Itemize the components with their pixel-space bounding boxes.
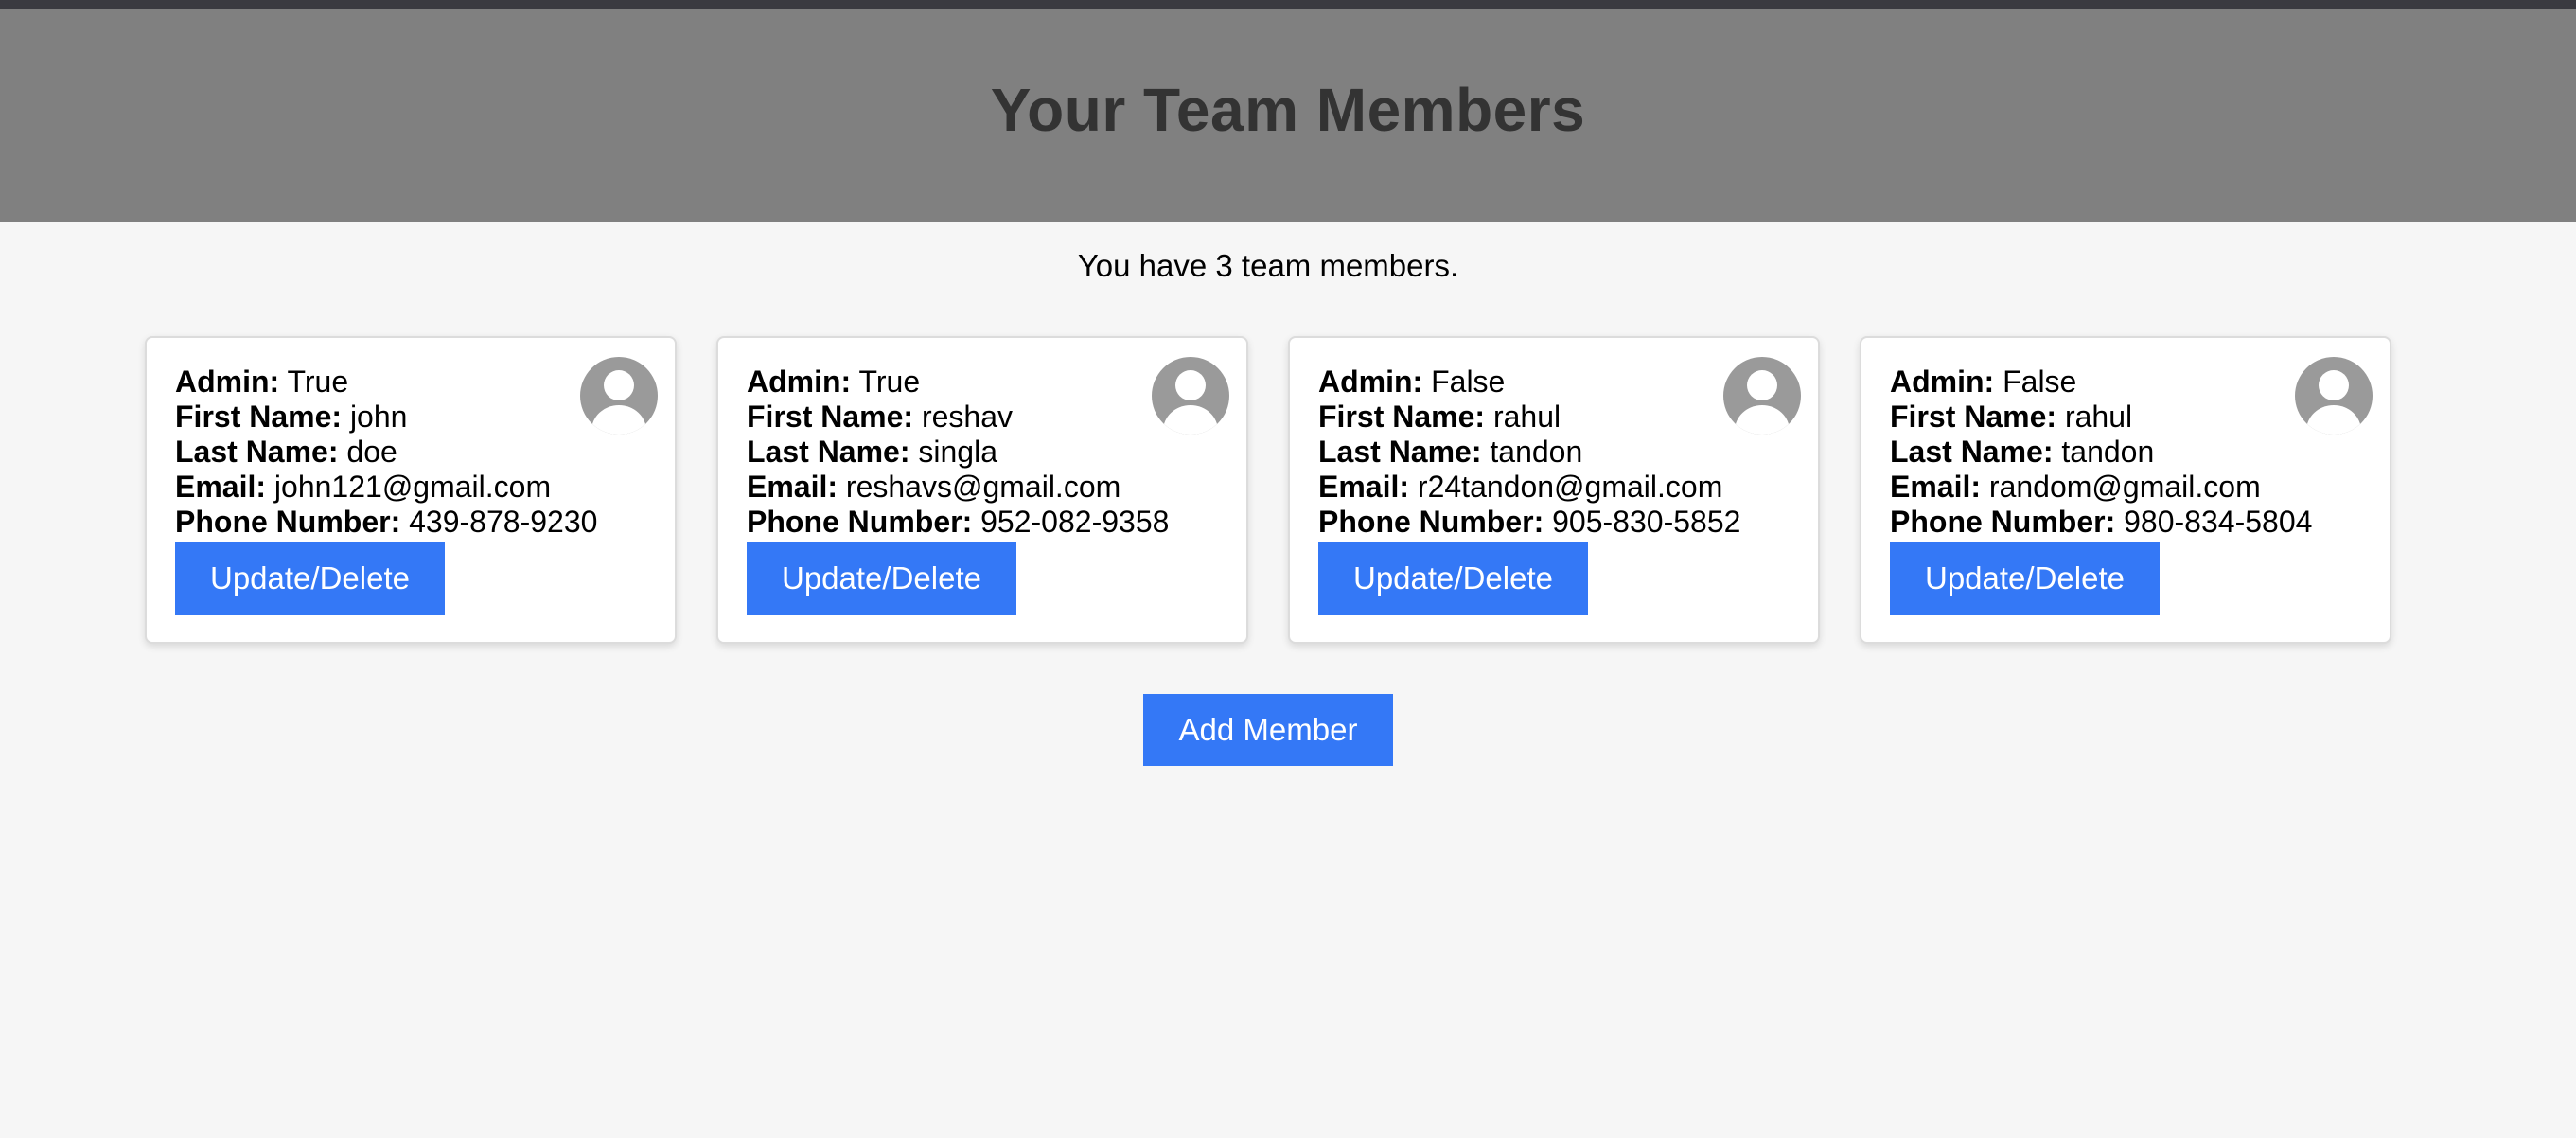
admin-label: Admin:	[175, 365, 280, 399]
phone-label: Phone Number:	[747, 505, 973, 539]
member-card: Admin: False First Name: rahul Last Name…	[1288, 336, 1820, 644]
user-avatar-icon	[1152, 357, 1229, 435]
email-label: Email:	[1318, 470, 1410, 504]
email-label: Email:	[747, 470, 838, 504]
email-field: Email: john121@gmail.com	[175, 470, 646, 505]
user-avatar-icon	[2295, 357, 2373, 435]
phone-label: Phone Number:	[1890, 505, 2116, 539]
admin-label: Admin:	[1890, 365, 1995, 399]
phone-value: 952-082-9358	[980, 505, 1170, 539]
user-avatar-icon	[580, 357, 658, 435]
admin-value: True	[287, 365, 349, 399]
email-label: Email:	[175, 470, 267, 504]
window-top-strip	[0, 0, 2576, 9]
member-count-text: You have 3 team members.	[1077, 248, 1459, 283]
last-name-value: singla	[918, 435, 997, 469]
user-avatar-icon	[1723, 357, 1801, 435]
admin-field: Admin: False	[1890, 365, 2361, 400]
phone-value: 980-834-5804	[2124, 505, 2313, 539]
phone-field: Phone Number: 439-878-9230	[175, 505, 646, 540]
update-delete-button[interactable]: Update/Delete	[175, 542, 445, 615]
email-field: Email: random@gmail.com	[1890, 470, 2361, 505]
member-card: Admin: True First Name: reshav Last Name…	[716, 336, 1248, 644]
phone-label: Phone Number:	[1318, 505, 1544, 539]
update-delete-button[interactable]: Update/Delete	[1890, 542, 2160, 615]
admin-field: Admin: True	[175, 365, 646, 400]
email-field: Email: reshavs@gmail.com	[747, 470, 1218, 505]
admin-value: True	[858, 365, 921, 399]
last-name-field: Last Name: singla	[747, 435, 1218, 470]
email-value: random@gmail.com	[1988, 470, 2261, 504]
add-member-button[interactable]: Add Member	[1143, 694, 1393, 766]
phone-field: Phone Number: 905-830-5852	[1318, 505, 1790, 540]
first-name-field: First Name: rahul	[1318, 400, 1790, 435]
last-name-field: Last Name: tandon	[1318, 435, 1790, 470]
first-name-label: First Name:	[747, 400, 914, 434]
last-name-value: tandon	[1490, 435, 1583, 469]
first-name-label: First Name:	[175, 400, 343, 434]
member-card: Admin: False First Name: rahul Last Name…	[1860, 336, 2391, 644]
last-name-field: Last Name: doe	[175, 435, 646, 470]
first-name-value: rahul	[1492, 400, 1561, 434]
member-card-list: Admin: True First Name: john Last Name: …	[145, 336, 2391, 644]
email-label: Email:	[1890, 470, 1982, 504]
last-name-label: Last Name:	[175, 435, 339, 469]
email-field: Email: r24tandon@gmail.com	[1318, 470, 1790, 505]
admin-value: False	[1431, 365, 1506, 399]
last-name-label: Last Name:	[747, 435, 910, 469]
first-name-field: First Name: reshav	[747, 400, 1218, 435]
first-name-label: First Name:	[1890, 400, 2057, 434]
email-value: john121@gmail.com	[273, 470, 552, 504]
update-delete-button[interactable]: Update/Delete	[1318, 542, 1588, 615]
email-value: reshavs@gmail.com	[845, 470, 1121, 504]
last-name-label: Last Name:	[1890, 435, 2054, 469]
admin-field: Admin: True	[747, 365, 1218, 400]
first-name-field: First Name: rahul	[1890, 400, 2361, 435]
phone-field: Phone Number: 952-082-9358	[747, 505, 1218, 540]
last-name-label: Last Name:	[1318, 435, 1482, 469]
member-card: Admin: True First Name: john Last Name: …	[145, 336, 677, 644]
first-name-value: rahul	[2064, 400, 2133, 434]
admin-label: Admin:	[1318, 365, 1423, 399]
last-name-field: Last Name: tandon	[1890, 435, 2361, 470]
admin-field: Admin: False	[1318, 365, 1790, 400]
phone-value: 905-830-5852	[1552, 505, 1741, 539]
first-name-value: reshav	[921, 400, 1013, 434]
last-name-value: tandon	[2061, 435, 2155, 469]
update-delete-button[interactable]: Update/Delete	[747, 542, 1016, 615]
page-title: Your Team Members	[990, 75, 1586, 144]
phone-field: Phone Number: 980-834-5804	[1890, 505, 2361, 540]
phone-value: 439-878-9230	[409, 505, 598, 539]
first-name-label: First Name:	[1318, 400, 1486, 434]
email-value: r24tandon@gmail.com	[1417, 470, 1723, 504]
admin-value: False	[2003, 365, 2077, 399]
admin-label: Admin:	[747, 365, 852, 399]
phone-label: Phone Number:	[175, 505, 401, 539]
last-name-value: doe	[346, 435, 397, 469]
page-header: Your Team Members	[0, 9, 2576, 222]
first-name-field: First Name: john	[175, 400, 646, 435]
first-name-value: john	[349, 400, 408, 434]
